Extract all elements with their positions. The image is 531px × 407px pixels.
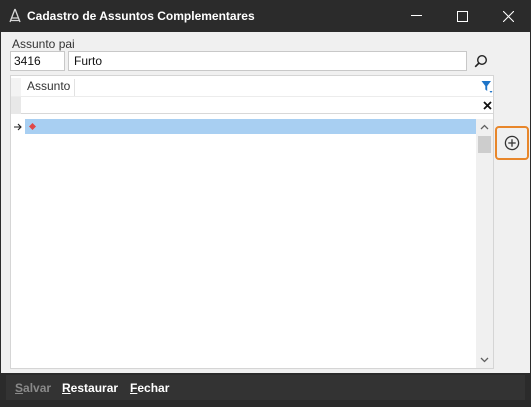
clear-filter-icon <box>482 101 492 110</box>
chevron-up-icon <box>480 124 489 130</box>
close-button[interactable] <box>485 0 531 32</box>
grid-header: Assunto <box>11 76 493 96</box>
minimize-icon <box>410 15 422 16</box>
scroll-thumb[interactable] <box>478 136 491 153</box>
subjects-grid[interactable]: Assunto <box>10 75 494 369</box>
chevron-down-icon <box>480 357 489 363</box>
title-bar: Cadastro de Assuntos Complementares <box>0 0 531 32</box>
app-logo-icon <box>9 8 21 23</box>
add-circle-icon <box>504 135 520 151</box>
parent-code-field[interactable]: 3416 <box>10 51 65 71</box>
header-row-gutter <box>11 78 21 96</box>
window-title: Cadastro de Assuntos Complementares <box>27 9 255 23</box>
add-subject-button[interactable] <box>495 126 529 160</box>
filter-row[interactable] <box>11 96 493 114</box>
vertical-scrollbar[interactable] <box>476 119 493 368</box>
close-label: echar <box>137 381 170 395</box>
restore-hotkey: R <box>62 381 71 395</box>
save-label: alvar <box>23 381 52 395</box>
search-icon <box>474 54 488 68</box>
restore-label: estaurar <box>70 381 119 395</box>
restore-button[interactable]: Restaurar <box>62 381 118 395</box>
window: Cadastro de Assuntos Complementares Assu… <box>0 0 531 407</box>
current-row-arrow-icon <box>14 123 22 131</box>
filter-icon[interactable] <box>481 80 493 94</box>
maximize-icon <box>456 10 468 22</box>
close-form-button[interactable]: Fechar <box>130 381 169 395</box>
parent-name-field[interactable]: Furto <box>68 51 467 71</box>
client-area: Assunto pai 3416 Furto Assunto <box>1 32 530 373</box>
close-icon <box>502 10 514 22</box>
parent-subject-label: Assunto pai <box>12 37 75 51</box>
save-button[interactable]: Salvar <box>15 381 51 395</box>
table-row[interactable] <box>25 119 476 134</box>
search-button[interactable] <box>471 51 491 71</box>
maximize-button[interactable] <box>439 0 485 32</box>
clear-filter-button[interactable] <box>481 98 493 112</box>
scroll-up-button[interactable] <box>476 119 493 135</box>
column-header-assunto[interactable]: Assunto <box>23 79 75 96</box>
scroll-down-button[interactable] <box>476 352 493 368</box>
save-hotkey: S <box>15 381 24 395</box>
new-row-marker-icon <box>29 123 36 130</box>
footer-toolbar: Salvar Restaurar Fechar <box>6 375 525 400</box>
minimize-button[interactable] <box>393 0 439 32</box>
filter-row-gutter <box>11 97 21 114</box>
